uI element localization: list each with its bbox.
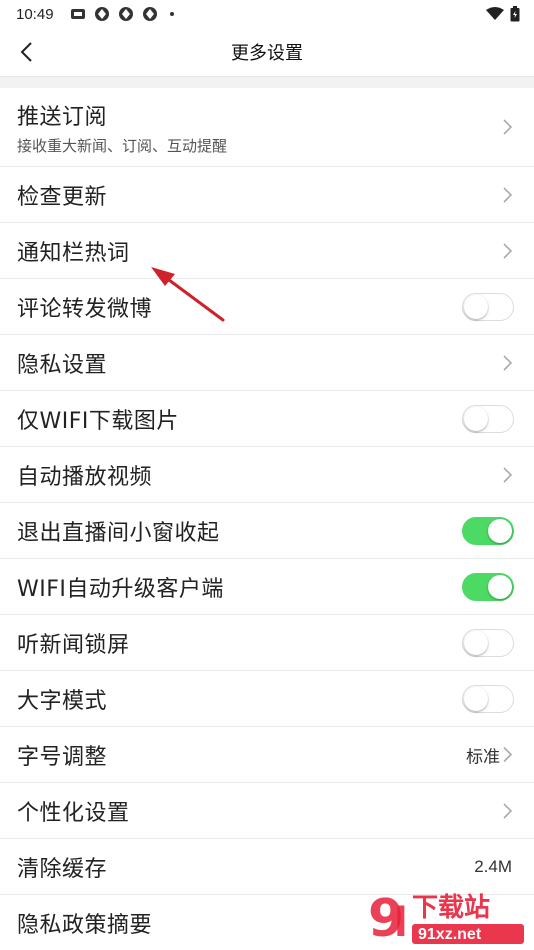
svg-text:下载站: 下载站 [412, 893, 490, 923]
settings-row-control: 2.4M [474, 857, 514, 877]
settings-row-label: 评论转发微博 [17, 296, 153, 322]
back-button[interactable] [10, 36, 42, 68]
chevron-right-icon [503, 354, 513, 371]
svg-text:91xz.net: 91xz.net [418, 926, 482, 943]
chevron-right-icon [503, 119, 513, 135]
settings-row[interactable]: 字号调整 标准 [0, 727, 534, 783]
settings-row-control [502, 354, 514, 372]
settings-row-control [462, 404, 514, 433]
settings-row-control [462, 684, 514, 713]
chevron-right-icon [503, 746, 513, 763]
app-badge-icon [70, 9, 85, 19]
settings-row[interactable]: 退出直播间小窗收起 [0, 503, 534, 559]
chevron-right-icon [503, 802, 513, 819]
settings-row-value: 标准 [466, 747, 500, 766]
settings-row-value: 2.4M [474, 856, 512, 876]
settings-row[interactable]: 检查更新 [0, 167, 534, 223]
toggle-knob [464, 686, 488, 711]
settings-row-control [502, 466, 514, 484]
settings-row[interactable]: 隐私设置 [0, 335, 534, 391]
status-right-icons [486, 6, 520, 22]
settings-row-control [462, 292, 514, 321]
settings-row[interactable]: 大字模式 [0, 671, 534, 727]
settings-row-control [502, 802, 514, 820]
settings-row-label: 隐私政策摘要 [17, 912, 153, 938]
notification-icon [142, 7, 157, 21]
chevron-right-icon [503, 466, 513, 483]
settings-row[interactable]: 自动播放视频 [0, 447, 534, 503]
battery-icon [510, 6, 520, 22]
settings-row-label: WIFI自动升级客户端 [17, 576, 224, 602]
settings-list: 推送订阅接收重大新闻、订阅、互动提醒检查更新通知栏热词评论转发微博 隐私设置仅WI… [0, 88, 534, 950]
toggle-knob [488, 518, 512, 543]
settings-row[interactable]: 仅WIFI下载图片 [0, 391, 534, 447]
nav-bar: 更多设置 [0, 28, 534, 76]
settings-row-label: 字号调整 [17, 744, 108, 770]
toggle-knob [464, 630, 488, 655]
chevron-right-icon [503, 186, 513, 203]
settings-row-control [462, 572, 514, 601]
chevron-right-icon [503, 242, 513, 259]
settings-row[interactable]: 通知栏热词 [0, 223, 534, 279]
settings-row-label: 大字模式 [17, 688, 108, 714]
settings-row[interactable]: 听新闻锁屏 [0, 615, 534, 671]
toggle-switch[interactable] [462, 572, 514, 601]
settings-row-label: 仅WIFI下载图片 [17, 408, 179, 434]
settings-row[interactable]: 推送订阅接收重大新闻、订阅、互动提醒 [0, 88, 534, 167]
toggle-knob [464, 294, 488, 319]
toggle-switch[interactable] [462, 404, 514, 433]
settings-row-label: 推送订阅 [17, 104, 108, 130]
settings-row-label: 自动播放视频 [17, 464, 153, 490]
toggle-knob [488, 574, 512, 599]
settings-row-label: 通知栏热词 [17, 240, 130, 266]
wifi-icon [486, 7, 504, 20]
settings-row-control [462, 516, 514, 545]
notification-icon [94, 7, 109, 21]
settings-row[interactable]: 个性化设置 [0, 783, 534, 839]
toggle-switch[interactable] [462, 516, 514, 545]
settings-row-label: 退出直播间小窗收起 [17, 520, 220, 546]
settings-row-control [502, 186, 514, 204]
settings-row-label: 个性化设置 [17, 800, 130, 826]
notification-icon [118, 7, 133, 21]
status-time: 10:49 [16, 5, 54, 23]
status-bar: 10:49 [0, 0, 534, 28]
settings-row-label: 清除缓存 [17, 856, 108, 882]
toggle-switch[interactable] [462, 292, 514, 321]
settings-row-label: 检查更新 [17, 184, 108, 210]
settings-row[interactable]: 评论转发微博 [0, 279, 534, 335]
svg-text:l: l [394, 900, 408, 946]
settings-row-control [502, 118, 514, 136]
settings-row[interactable]: WIFI自动升级客户端 [0, 559, 534, 615]
chevron-left-icon [20, 42, 32, 62]
more-notifications-dot [169, 12, 174, 16]
settings-row-sublabel: 接收重大新闻、订阅、互动提醒 [17, 136, 228, 155]
toggle-knob [464, 406, 488, 431]
status-left-icons [70, 6, 174, 22]
toggle-switch[interactable] [462, 628, 514, 657]
toggle-switch[interactable] [462, 684, 514, 713]
settings-row-control: 标准 [466, 742, 514, 767]
watermark-logo: 9 l 下载站 91xz.net [368, 889, 524, 948]
settings-row-control [462, 628, 514, 657]
settings-row-label: 听新闻锁屏 [17, 632, 130, 658]
page-title: 更多设置 [231, 43, 303, 64]
settings-row-label: 隐私设置 [17, 352, 108, 378]
section-divider [0, 76, 534, 88]
settings-row-control [502, 242, 514, 260]
